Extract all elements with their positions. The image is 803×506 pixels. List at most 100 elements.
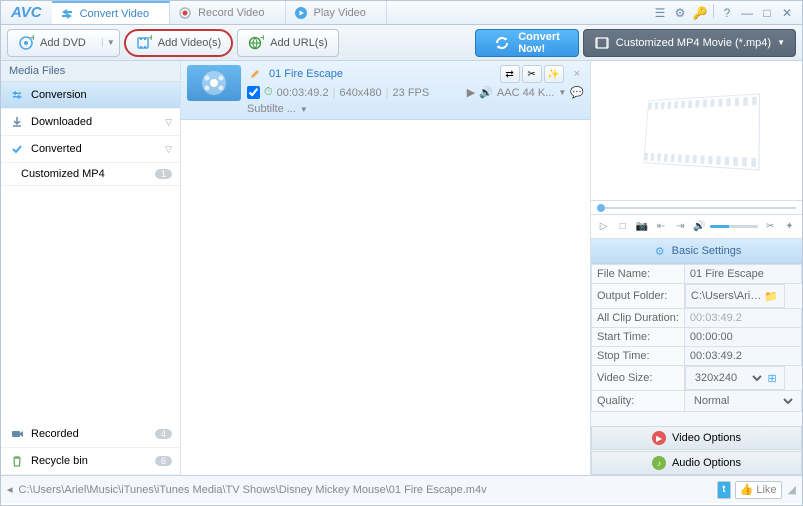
speaker-icon: 🔊 [479, 86, 493, 99]
stop-icon[interactable]: □ [614, 218, 631, 236]
gear-icon[interactable]: ⚙ [671, 4, 689, 22]
add-dvd-button[interactable]: + Add DVD ▼ [7, 29, 120, 57]
chevron-down-icon[interactable]: ▼ [300, 105, 308, 114]
clock-icon: ⏱ [264, 86, 273, 99]
resize-grip-icon[interactable]: ◢ [788, 483, 796, 496]
chevron-down-icon[interactable]: ▽ [165, 117, 172, 128]
seek-bar[interactable] [591, 201, 802, 215]
trash-icon [9, 453, 25, 469]
play-icon [294, 6, 308, 20]
value-output-folder: C:\Users\Ariel\Videos\A... [691, 290, 763, 302]
button-label: Convert Now! [518, 31, 560, 55]
globe-icon: + [248, 35, 264, 51]
film-icon [594, 35, 610, 51]
sidebar-item-conversion[interactable]: Conversion [1, 82, 180, 109]
value-all-clip: 00:03:49.2 [690, 312, 742, 324]
button-label: Customized MP4 Movie (*.mp4) [616, 37, 771, 49]
value-start[interactable]: 00:00:00 [690, 331, 733, 343]
video-size-select[interactable]: 320x240 [691, 371, 765, 385]
chevron-down-icon: ▼ [777, 38, 785, 47]
value-stop[interactable]: 00:03:49.2 [690, 350, 742, 362]
menu-icon[interactable]: ☰ [651, 4, 669, 22]
facebook-like-button[interactable]: 👍Like [735, 481, 782, 499]
tab-record[interactable]: Record Video [170, 1, 285, 24]
sidebar-item-label: Recycle bin [31, 455, 88, 467]
button-label: Add Video(s) [158, 37, 221, 49]
file-checkbox[interactable] [247, 86, 260, 99]
key-icon[interactable]: 🔑 [691, 4, 709, 22]
sidebar-item-converted[interactable]: Converted ▽ [1, 136, 180, 163]
svg-text:+: + [148, 35, 152, 44]
remove-file-icon[interactable]: × [570, 68, 584, 80]
volume-slider[interactable] [710, 225, 758, 228]
minimize-icon[interactable]: — [738, 4, 756, 22]
sidebar-item-downloaded[interactable]: Downloaded ▽ [1, 109, 180, 136]
quality-select[interactable]: Normal [690, 394, 796, 408]
swap-icon[interactable]: ⇄ [500, 65, 520, 83]
play-icon[interactable]: ▷ [595, 218, 612, 236]
svg-text:+: + [260, 35, 264, 44]
value-file-name[interactable]: 01 Fire Escape [690, 268, 764, 280]
audio-circle-icon: ♪ [652, 456, 666, 470]
play-sample-icon[interactable]: ▶ [467, 86, 475, 99]
output-profile-button[interactable]: Customized MP4 Movie (*.mp4) ▼ [583, 29, 796, 57]
tab-play[interactable]: Play Video [286, 1, 387, 24]
sidebar-item-customized-mp4[interactable]: Customized MP4 1 [1, 163, 180, 186]
section-label: Audio Options [672, 457, 741, 469]
filmstrip-icon [643, 93, 760, 170]
chevron-down-icon[interactable]: ▽ [165, 144, 172, 155]
add-urls-button[interactable]: + Add URL(s) [237, 29, 338, 57]
mark-out-icon[interactable]: ⇥ [672, 218, 689, 236]
folder-icon[interactable]: 📁 [763, 288, 779, 304]
convert-icon [60, 7, 74, 21]
prev-icon[interactable]: ◂ [7, 483, 13, 496]
button-label: Add DVD [40, 37, 86, 49]
file-title-link[interactable]: 01 Fire Escape [269, 68, 343, 80]
label-stop: Stop Time: [592, 347, 685, 366]
convert-now-button[interactable]: Convert Now! [475, 29, 579, 57]
status-path: C:\Users\Ariel\Music\iTunes\iTunes Media… [19, 484, 712, 496]
file-audio[interactable]: AAC 44 K... [497, 87, 554, 99]
tab-convert[interactable]: Convert Video [52, 1, 171, 24]
volume-icon[interactable]: 🔊 [691, 218, 708, 236]
add-videos-button[interactable]: + Add Video(s) [124, 29, 233, 57]
film-icon: + [136, 35, 152, 51]
cut-icon[interactable]: ✂ [522, 65, 542, 83]
svg-text:+: + [30, 35, 34, 44]
pencil-icon[interactable] [247, 66, 263, 82]
check-icon [9, 141, 25, 157]
preview-pane [591, 61, 802, 201]
file-subtitle[interactable]: Subtilte ... [247, 103, 296, 115]
wand-icon[interactable]: ✨ [544, 65, 564, 83]
video-options-header[interactable]: ▶ Video Options [591, 426, 802, 450]
sidebar-item-recorded[interactable]: Recorded 4 [1, 421, 180, 448]
label-file-name: File Name: [592, 265, 685, 284]
maximize-icon[interactable]: □ [758, 4, 776, 22]
record-icon [9, 426, 25, 442]
download-icon [9, 114, 25, 130]
convert-icon [9, 87, 25, 103]
wand-icon[interactable]: ✦ [781, 218, 798, 236]
mark-in-icon[interactable]: ⇤ [653, 218, 670, 236]
label-output-folder: Output Folder: [592, 284, 685, 309]
sidebar-item-label: Recorded [31, 428, 79, 440]
file-row[interactable]: 01 Fire Escape ⇄ ✂ ✨ × ⏱ 00:03:49.2 | 64… [181, 61, 590, 120]
snapshot-icon[interactable]: 📷 [633, 218, 650, 236]
file-duration: 00:03:49.2 [277, 87, 329, 99]
close-icon[interactable]: ✕ [778, 4, 796, 22]
count-badge: 4 [155, 429, 172, 439]
chevron-down-icon[interactable]: ▼ [558, 88, 566, 97]
subtitle-icon: 💬 [570, 86, 584, 99]
aspect-icon[interactable]: ⊞ [765, 370, 779, 386]
twitter-icon[interactable]: t [717, 481, 730, 499]
tab-label: Record Video [198, 7, 264, 19]
cut-icon[interactable]: ✂ [762, 218, 779, 236]
file-fps: 23 FPS [393, 87, 430, 99]
file-resolution: 640x480 [339, 87, 381, 99]
help-icon[interactable]: ? [718, 4, 736, 22]
tab-label: Convert Video [80, 8, 150, 20]
sidebar-item-recycle[interactable]: Recycle bin 6 [1, 448, 180, 475]
basic-settings-header: ⚙ Basic Settings [591, 239, 802, 264]
audio-options-header[interactable]: ♪ Audio Options [591, 451, 802, 475]
gear-icon: ⚙ [652, 243, 668, 259]
